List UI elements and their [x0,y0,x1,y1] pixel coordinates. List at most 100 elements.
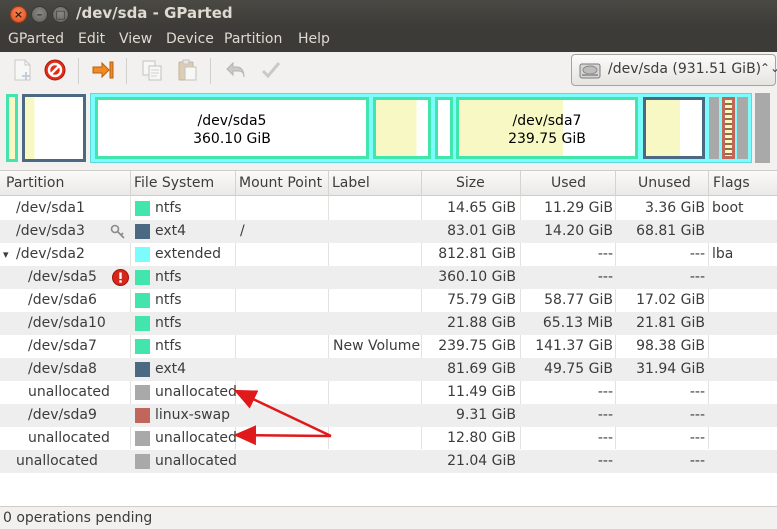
cell-file-system: ntfs [155,200,182,216]
fs-color-swatch [135,247,150,262]
cell-file-system: extended [155,246,222,262]
delete-partition-button[interactable] [43,58,67,82]
cell-partition: /dev/sda8 [28,361,97,377]
cell-unused: 98.38 GiB [636,338,705,354]
diskmap-unallocated-3[interactable] [755,93,770,163]
cell-file-system: unallocated [155,430,237,446]
col-label[interactable]: Label [332,175,370,191]
cell-used: 141.37 GiB [535,338,613,354]
fs-color-swatch [135,224,150,239]
cell-size: 21.04 GiB [447,453,516,469]
cell-partition: /dev/sda7 [28,338,97,354]
toolbar-separator [126,58,127,84]
col-partition[interactable]: Partition [6,175,64,191]
menu-gparted[interactable]: GParted [8,31,64,47]
copy-icon [142,60,162,81]
cell-file-system: ext4 [155,223,187,239]
diskmap-sda10[interactable] [435,97,453,159]
key-icon [110,224,125,239]
table-row[interactable]: unallocated unallocated 11.49 GiB --- --- [0,381,777,404]
diskmap-sda6[interactable] [373,97,431,159]
delete-icon [44,59,66,81]
cell-size: 75.79 GiB [447,292,516,308]
dropdown-arrow-icon: ⌃⌄ [760,61,777,75]
fs-color-swatch [135,270,150,285]
cell-size: 14.65 GiB [447,200,516,216]
cell-used: --- [597,407,613,423]
table-row[interactable]: /dev/sda9 linux-swap 9.31 GiB --- --- [0,404,777,427]
toolbar-separator [210,58,211,84]
menu-partition[interactable]: Partition [224,31,282,47]
table-row[interactable]: /dev/sda6 ntfs 75.79 GiB 58.77 GiB 17.02 GiB [0,289,777,312]
fs-color-swatch [135,408,150,423]
apply-icon [261,62,281,79]
cell-file-system: ntfs [155,292,182,308]
minimize-window-button[interactable]: – [31,6,48,23]
close-icon: × [13,8,24,21]
table-row[interactable]: /dev/sda8 ext4 81.69 GiB 49.75 GiB 31.94 GiB [0,358,777,381]
expander-icon[interactable]: ▾ [3,248,9,261]
diskmap-unallocated-1[interactable] [709,97,719,159]
cell-used: --- [597,430,613,446]
status-bar: 0 operations pending [0,506,777,529]
fs-color-swatch [135,385,150,400]
apply-button[interactable] [259,58,283,82]
copy-button[interactable] [140,58,164,82]
cell-partition: unallocated [16,453,98,469]
maximize-window-button[interactable]: □ [52,6,69,23]
resize-move-button[interactable] [91,58,115,82]
cell-used: --- [597,246,613,262]
cell-used: 58.77 GiB [544,292,613,308]
cell-file-system: ntfs [155,338,182,354]
cell-unused: --- [689,246,705,262]
table-row[interactable]: /dev/sda7 ntfs New Volume 239.75 GiB 141.37 … [0,335,777,358]
table-row[interactable]: /dev/sda5 ntfs 360.10 GiB --- --- [0,266,777,289]
cell-unused: --- [689,384,705,400]
col-flags[interactable]: Flags [713,175,750,191]
paste-button[interactable] [175,58,199,82]
resize-move-icon [92,61,114,79]
cell-used: 14.20 GiB [544,223,613,239]
diskmap-sda5-size: 360.10 GiB [193,131,271,147]
table-row[interactable]: /dev/sda3 ext4 / 83.01 GiB 14.20 GiB 68.81 Gi… [0,220,777,243]
cell-file-system: unallocated [155,384,237,400]
cell-label: New Volume [333,338,421,354]
diskmap-sda1[interactable] [6,94,18,162]
menu-edit[interactable]: Edit [78,31,105,47]
diskmap-sda9[interactable] [722,97,735,159]
table-row[interactable]: unallocated unallocated 21.04 GiB --- --- [0,450,777,473]
table-row[interactable]: ▾ /dev/sda2 extended 812.81 GiB --- --- lba [0,243,777,266]
table-row[interactable]: unallocated unallocated 12.80 GiB --- --- [0,427,777,450]
table-header: Partition File System Mount Point Label … [0,171,777,196]
new-partition-button[interactable] [10,58,34,82]
cell-file-system: ext4 [155,361,187,377]
new-icon [14,59,31,81]
col-unused[interactable]: Unused [638,175,691,191]
device-selector[interactable]: /dev/sda (931.51 GiB) ⌃⌄ [571,54,777,86]
diskmap-sda3[interactable] [22,94,86,162]
title-bar: × – □ /dev/sda - GParted [0,0,777,28]
table-row[interactable]: /dev/sda10 ntfs 21.88 GiB 65.13 MiB 21.81 Gi… [0,312,777,335]
col-mount-point[interactable]: Mount Point [239,175,322,191]
cell-used: 65.13 MiB [542,315,613,331]
menu-help[interactable]: Help [298,31,330,47]
menu-device[interactable]: Device [166,31,214,47]
undo-button[interactable] [224,58,248,82]
cell-used: 49.75 GiB [544,361,613,377]
cell-size: 83.01 GiB [447,223,516,239]
diskmap-sda8[interactable] [643,97,705,159]
table-row[interactable]: /dev/sda1 ntfs 14.65 GiB 11.29 GiB 3.36 GiB b… [0,197,777,220]
menu-bar: GParted Edit View Device Partition Help [0,28,777,52]
diskmap-unallocated-2[interactable] [737,97,748,159]
col-file-system[interactable]: File System [134,175,214,191]
col-used[interactable]: Used [551,175,586,191]
diskmap-sda7[interactable]: /dev/sda7 239.75 GiB [456,97,638,159]
diskmap-sda5[interactable]: /dev/sda5 360.10 GiB [95,97,369,159]
close-window-button[interactable]: × [10,6,27,23]
cell-unused: --- [689,430,705,446]
cell-partition: unallocated [28,430,110,446]
col-size[interactable]: Size [456,175,485,191]
cell-partition: unallocated [28,384,110,400]
menu-view[interactable]: View [119,31,152,47]
maximize-icon: □ [55,8,66,21]
